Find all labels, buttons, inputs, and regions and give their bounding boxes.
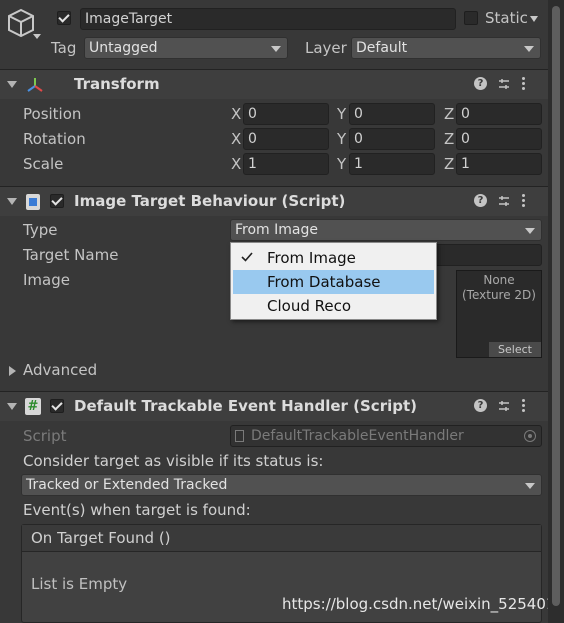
layer-dropdown[interactable]: Default	[351, 37, 541, 59]
tag-value: Untagged	[89, 40, 158, 56]
tag-dropdown[interactable]: Untagged	[84, 37, 288, 59]
target-name-label: Target Name	[23, 246, 119, 264]
advanced-foldout[interactable]: Advanced	[23, 361, 97, 379]
menu-item-from-image[interactable]: From Image	[233, 246, 434, 270]
rotation-z-input[interactable]: 0	[456, 128, 542, 150]
status-dropdown[interactable]: Tracked or Extended Tracked	[21, 474, 542, 496]
type-value: From Image	[235, 222, 318, 238]
event-handler-header[interactable]: # Default Trackable Event Handler (Scrip…	[0, 391, 548, 421]
menu-item-label: Cloud Reco	[267, 297, 352, 315]
checkmark-icon	[241, 252, 253, 262]
type-dropdown-menu: From Image From Database Cloud Reco	[230, 242, 437, 320]
active-checkbox[interactable]	[57, 11, 71, 25]
scale-y-input[interactable]: 1	[349, 153, 435, 175]
preset-icon[interactable]	[498, 195, 510, 207]
header-icons: ?	[474, 193, 536, 211]
chevron-down-icon	[525, 483, 535, 489]
script-object-field[interactable]: DefaultTrackableEventHandler	[230, 425, 542, 447]
object-picker-icon[interactable]	[524, 430, 536, 442]
scale-label: Scale	[23, 155, 64, 173]
menu-item-cloud-reco[interactable]: Cloud Reco	[233, 294, 434, 318]
static-dropdown-arrow[interactable]	[530, 16, 538, 22]
component-enabled-checkbox[interactable]	[50, 399, 64, 413]
fold-arrow-icon[interactable]	[7, 403, 17, 410]
axis-z-label[interactable]: Z	[444, 130, 454, 148]
help-icon[interactable]: ?	[474, 194, 487, 207]
type-dropdown[interactable]: From Image	[230, 219, 542, 241]
more-options-icon[interactable]	[522, 193, 526, 209]
position-label: Position	[23, 105, 82, 123]
transform-header[interactable]: Transform ?	[0, 69, 548, 99]
menu-item-from-database[interactable]: From Database	[233, 270, 434, 294]
position-z-input[interactable]: 0	[456, 103, 542, 125]
component-title: Image Target Behaviour (Script)	[74, 192, 346, 210]
rotation-label: Rotation	[23, 130, 86, 148]
scrollbar-thumb[interactable]	[552, 6, 560, 606]
event-name: On Target Found ()	[31, 529, 171, 547]
script-file-icon	[235, 430, 244, 442]
events-found-label: Event(s) when target is found:	[23, 501, 251, 519]
menu-item-label: From Image	[267, 249, 356, 267]
axis-x-label[interactable]: X	[231, 130, 241, 148]
watermark: https://blog.csdn.net/weixin_52540105	[282, 595, 564, 613]
type-label: Type	[23, 221, 58, 239]
advanced-fold-icon[interactable]	[9, 366, 16, 376]
help-icon[interactable]: ?	[474, 77, 487, 90]
axis-z-label[interactable]: Z	[444, 155, 454, 173]
script-icon	[26, 194, 40, 210]
chevron-down-icon	[271, 46, 281, 52]
axis-x-label[interactable]: X	[231, 105, 241, 123]
preset-icon[interactable]	[498, 400, 510, 412]
header-icons: ?	[474, 76, 536, 94]
vertical-scrollbar[interactable]	[548, 0, 564, 623]
image-target-header[interactable]: Image Target Behaviour (Script) ?	[0, 186, 548, 216]
menu-item-label: From Database	[267, 273, 381, 291]
image-label: Image	[23, 271, 70, 289]
consider-visible-label: Consider target as visible if its status…	[23, 452, 324, 470]
list-empty-text: List is Empty	[31, 575, 128, 593]
rotation-x-input[interactable]: 0	[243, 128, 329, 150]
fold-arrow-icon[interactable]	[7, 198, 17, 205]
csharp-script-icon: #	[25, 398, 41, 415]
axis-y-label[interactable]: Y	[337, 155, 346, 173]
fold-arrow-icon[interactable]	[7, 81, 17, 88]
component-title: Transform	[74, 75, 160, 93]
icon-dropdown-arrow[interactable]	[33, 34, 41, 39]
script-label: Script	[23, 427, 67, 445]
tag-label: Tag	[51, 39, 77, 57]
scale-z-input[interactable]: 1	[456, 153, 542, 175]
axis-y-label[interactable]: Y	[337, 105, 346, 123]
component-enabled-checkbox[interactable]	[50, 194, 64, 208]
static-label[interactable]: Static	[485, 9, 528, 27]
position-x-input[interactable]: 0	[243, 103, 329, 125]
more-options-icon[interactable]	[522, 398, 526, 414]
transform-axis-icon	[27, 78, 43, 92]
axis-z-label[interactable]: Z	[444, 105, 454, 123]
header-icons: ?	[474, 398, 536, 416]
texture-none-text: None	[483, 273, 515, 287]
component-title: Default Trackable Event Handler (Script)	[74, 397, 418, 415]
static-checkbox[interactable]	[464, 11, 478, 25]
cube-icon	[8, 8, 34, 38]
axis-x-label[interactable]: X	[231, 155, 241, 173]
help-icon[interactable]: ?	[474, 399, 487, 412]
chevron-down-icon	[524, 46, 534, 52]
chevron-down-icon	[525, 228, 535, 234]
texture-slot[interactable]: None (Texture 2D) Select	[456, 270, 542, 358]
status-value: Tracked or Extended Tracked	[26, 477, 228, 493]
more-options-icon[interactable]	[522, 76, 526, 92]
object-name-input[interactable]: ImageTarget	[80, 8, 456, 30]
scale-x-input[interactable]: 1	[243, 153, 329, 175]
position-y-input[interactable]: 0	[349, 103, 435, 125]
layer-label: Layer	[305, 39, 347, 57]
preset-icon[interactable]	[498, 78, 510, 90]
axis-y-label[interactable]: Y	[337, 130, 346, 148]
rotation-y-input[interactable]: 0	[349, 128, 435, 150]
texture-kind-text: (Texture 2D)	[462, 288, 536, 302]
layer-value: Default	[356, 40, 408, 56]
texture-select-button[interactable]: Select	[489, 342, 541, 357]
script-value: DefaultTrackableEventHandler	[251, 428, 464, 444]
